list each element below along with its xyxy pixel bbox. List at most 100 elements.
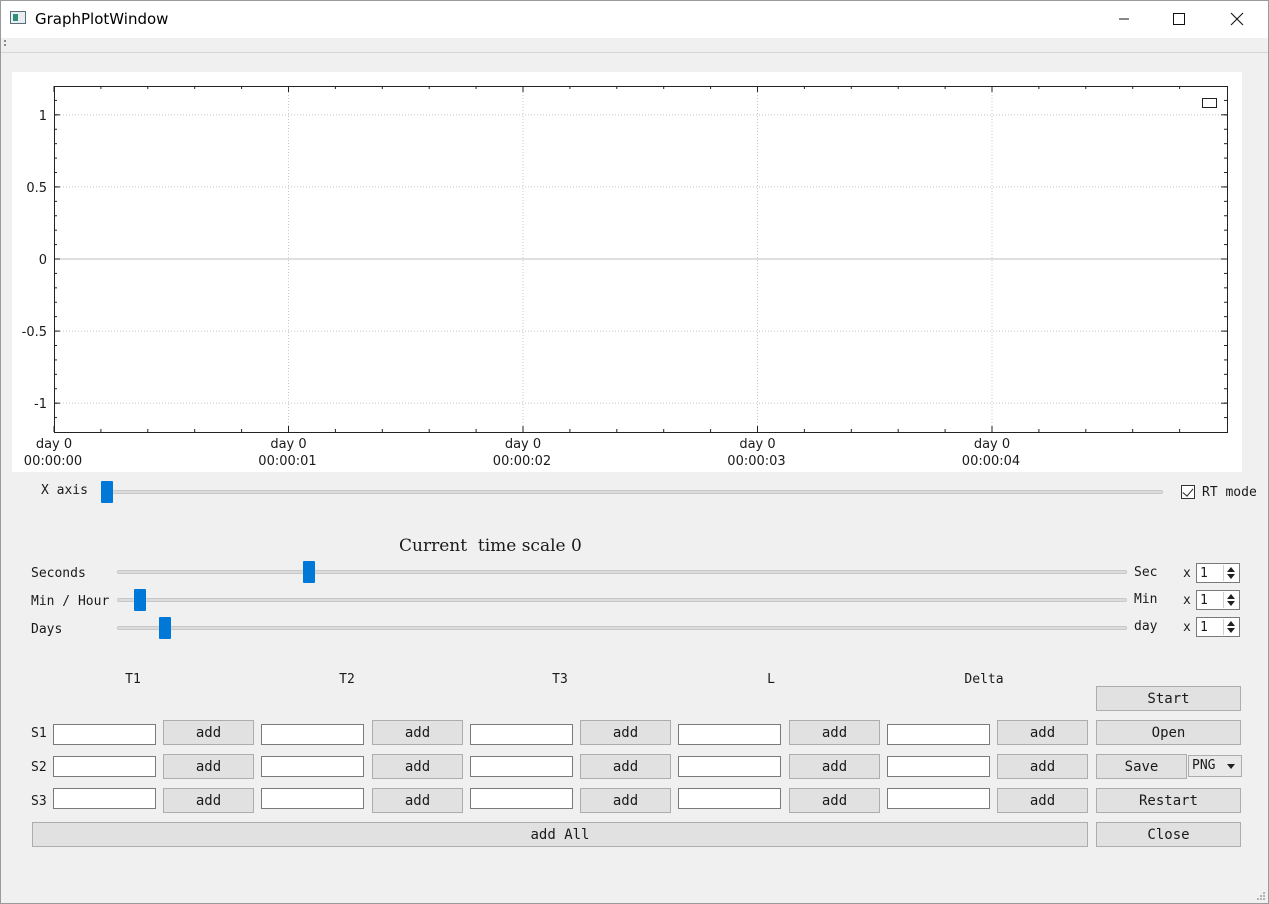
s3-t3-input[interactable] [470,788,573,809]
s3-t3-add-button[interactable]: add [580,788,671,813]
x-tick-label-day: day 0 [36,437,72,452]
size-grip-icon[interactable] [1256,891,1266,901]
rt-mode-checkbox[interactable] [1181,485,1195,499]
days-slider-groove[interactable] [117,626,1127,630]
column-header-t3: T3 [552,672,568,687]
x-tick-label-day: day 0 [974,437,1010,452]
open-button[interactable]: Open [1096,720,1241,745]
plot-area[interactable]: 1 0.5 0 -0.5 -1 day 0 00:00:00 day 0 00:00:01 day… [12,72,1242,472]
s1-t1-add-button[interactable]: add [163,720,254,745]
s1-l-add-button[interactable]: add [789,720,880,745]
s3-t1-add-button[interactable]: add [163,788,254,813]
minimize-button[interactable] [1101,0,1147,38]
y-tick-label: 0.5 [26,181,47,196]
s2-t1-input[interactable] [53,756,156,777]
time-scale-text: Current time scale [399,536,566,556]
x-tick-label-day: day 0 [505,437,541,452]
s2-t3-add-button[interactable]: add [580,754,671,779]
time-scale-value: 0 [571,536,582,556]
x-tick-label-day: day 0 [270,437,306,452]
days-multiplier-spinbox[interactable]: 1 [1196,617,1240,637]
save-button[interactable]: Save [1096,754,1187,779]
spin-down-icon[interactable] [1227,601,1235,606]
row-label-s3: S3 [31,794,47,809]
minhour-multiplier-label: x [1183,593,1191,608]
s1-t2-input[interactable] [261,724,364,745]
format-select[interactable]: PNG [1188,755,1242,777]
start-button[interactable]: Start [1096,686,1241,711]
s3-delta-input[interactable] [887,788,990,809]
s2-l-add-button[interactable]: add [789,754,880,779]
plot-canvas[interactable]: 1 0.5 0 -0.5 -1 day 0 00:00:00 day 0 00:00:01 day… [12,72,1242,472]
minhour-unit-label: Min [1134,592,1158,607]
seconds-multiplier-label: x [1183,566,1191,581]
close-window-button[interactable] [1214,0,1260,38]
y-tick-label: 0 [39,253,47,268]
x-tick-label-day: day 0 [739,437,775,452]
minhour-slider-handle[interactable] [134,589,146,611]
x-tick-label-time: 00:00:02 [493,454,551,469]
x-tick-label-time: 00:00:01 [258,454,316,469]
spin-up-icon[interactable] [1227,567,1235,572]
app-icon [10,11,26,24]
seconds-multiplier-spinbox[interactable]: 1 [1196,563,1240,583]
days-slider-handle[interactable] [159,617,171,639]
xaxis-slider-label: X axis [41,483,88,498]
spin-down-icon[interactable] [1227,574,1235,579]
s3-t2-add-button[interactable]: add [372,788,463,813]
xaxis-slider-groove[interactable] [103,490,1163,494]
days-label: Days [31,622,63,637]
column-header-t2: T2 [339,672,355,687]
x-tick-label-time: 00:00:04 [962,454,1020,469]
s2-t1-add-button[interactable]: add [163,754,254,779]
x-tick-label-time: 00:00:00 [24,454,82,469]
s2-t3-input[interactable] [470,756,573,777]
maximize-button[interactable] [1156,0,1202,38]
column-header-t1: T1 [125,672,141,687]
s2-t2-add-button[interactable]: add [372,754,463,779]
seconds-label: Seconds [31,566,86,581]
spin-up-icon[interactable] [1227,594,1235,599]
seconds-multiplier-value: 1 [1200,566,1208,581]
s2-delta-input[interactable] [887,756,990,777]
spin-down-icon[interactable] [1227,628,1235,633]
rt-mode-label: RT mode [1202,485,1257,500]
format-select-value: PNG [1192,758,1216,773]
s3-l-add-button[interactable]: add [789,788,880,813]
spin-up-icon[interactable] [1227,621,1235,626]
y-tick-label: -1 [34,397,47,412]
minimize-icon [1119,18,1129,20]
s3-l-input[interactable] [678,788,781,809]
s3-delta-add-button[interactable]: add [997,788,1088,813]
y-tick-label: -0.5 [22,325,47,340]
seconds-unit-label: Sec [1134,565,1158,580]
s3-t1-input[interactable] [53,788,156,809]
s1-t3-input[interactable] [470,724,573,745]
legend-box [1202,98,1217,108]
minhour-slider-groove[interactable] [117,598,1127,602]
close-icon [1230,12,1244,26]
xaxis-slider-handle[interactable] [101,481,113,503]
time-scale-title: Current time scale 0 [399,536,582,556]
s2-l-input[interactable] [678,756,781,777]
s1-delta-add-button[interactable]: add [997,720,1088,745]
toolbar-grip-icon[interactable] [4,40,6,48]
s1-delta-input[interactable] [887,724,990,745]
title-bar [0,0,1269,38]
days-multiplier-label: x [1183,620,1191,635]
add-all-button[interactable]: add All [32,822,1088,847]
minhour-multiplier-spinbox[interactable]: 1 [1196,590,1240,610]
chevron-down-icon [1227,764,1235,769]
s3-t2-input[interactable] [261,788,364,809]
maximize-icon [1173,13,1185,25]
s2-t2-input[interactable] [261,756,364,777]
s1-t2-add-button[interactable]: add [372,720,463,745]
close-button[interactable]: Close [1096,822,1241,847]
s1-t1-input[interactable] [53,724,156,745]
seconds-slider-handle[interactable] [303,561,315,583]
s2-delta-add-button[interactable]: add [997,754,1088,779]
s1-t3-add-button[interactable]: add [580,720,671,745]
seconds-slider-groove[interactable] [117,570,1127,574]
restart-button[interactable]: Restart [1096,788,1241,813]
s1-l-input[interactable] [678,724,781,745]
